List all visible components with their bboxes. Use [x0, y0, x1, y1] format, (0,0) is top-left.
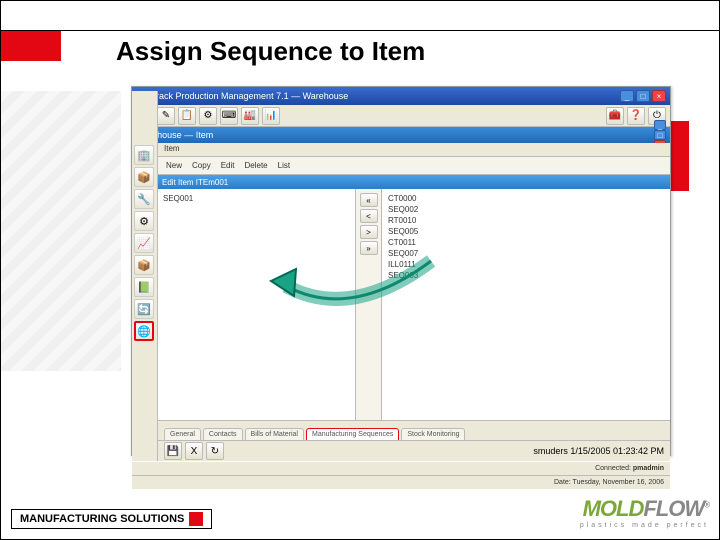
move-right-button[interactable]: >	[360, 225, 378, 239]
transfer-buttons: « < > »	[356, 189, 382, 420]
list-button[interactable]: List	[278, 161, 290, 170]
slide-title: Assign Sequence to Item	[116, 36, 425, 67]
tab-bom[interactable]: Bills of Material	[245, 428, 304, 440]
sidebar-module-icon[interactable]: 🏢	[134, 145, 154, 165]
toolbar-button[interactable]: ❓	[627, 107, 645, 125]
list-item[interactable]: SEQ002	[386, 204, 666, 215]
list-item[interactable]: CT0011	[386, 237, 666, 248]
application-window: Fasttrack Production Management 7.1 — Wa…	[131, 86, 671, 456]
tab-general[interactable]: General	[164, 428, 201, 440]
list-item[interactable]: ILL0111	[386, 259, 666, 270]
tab-contacts[interactable]: Contacts	[203, 428, 243, 440]
tab-manufacturing-sequences[interactable]: Manufacturing Sequences	[306, 428, 399, 440]
delete-button[interactable]: Delete	[245, 161, 268, 170]
close-icon[interactable]: ×	[652, 90, 666, 102]
accent-block-right	[669, 121, 689, 191]
toolbar-button[interactable]: ⚙	[199, 107, 217, 125]
toolbar-button[interactable]: 🧰	[606, 107, 624, 125]
sidebar-module-icon[interactable]: 📗	[134, 277, 154, 297]
sidebar-module-icon[interactable]: 🔄	[134, 299, 154, 319]
record-action-bar: New Copy Edit Delete List	[158, 157, 670, 175]
toolbar-button[interactable]: ⌨	[220, 107, 238, 125]
list-item[interactable]: RT0010	[386, 215, 666, 226]
background-decoration	[1, 91, 121, 371]
minimize-icon[interactable]: _	[620, 90, 634, 102]
move-top-button[interactable]: «	[360, 193, 378, 207]
copy-button[interactable]: Copy	[192, 161, 211, 170]
breadcrumb: Item	[158, 143, 670, 157]
status-bar-date: Date: Tuesday, November 16, 2006	[132, 475, 670, 489]
form-footer-buttons: 💾 X ↻ smuders 1/15/2005 01:23:42 PM	[158, 441, 670, 461]
sidebar-module-icon[interactable]: ⚙	[134, 211, 154, 231]
toolbar-button[interactable]: ✎	[157, 107, 175, 125]
child-titlebar[interactable]: Warehouse — Item _ □ ×	[132, 127, 670, 143]
available-sequences-list[interactable]: CT0000 SEQ002 RT0010 SEQ005 CT0011 SEQ00…	[382, 189, 670, 420]
detail-tabs: General Contacts Bills of Material Manuf…	[158, 421, 670, 441]
list-item[interactable]: SEQ007	[386, 248, 666, 259]
list-item[interactable]: CT0000	[386, 193, 666, 204]
dual-list-workspace: SEQ001 « < > » CT0000 SEQ002 RT0010 SEQ0…	[158, 189, 670, 421]
move-bottom-button[interactable]: »	[360, 241, 378, 255]
edit-panel-title: Edit Item ITEm001	[158, 175, 670, 189]
window-title: Fasttrack Production Management 7.1 — Wa…	[136, 91, 348, 101]
assigned-sequences-list[interactable]: SEQ001	[158, 189, 356, 420]
tab-stock-monitoring[interactable]: Stock Monitoring	[401, 428, 465, 440]
sidebar-module-icon[interactable]: 📦	[134, 255, 154, 275]
module-sidebar: 🏢 📦 🔧 ⚙ 📈 📦 📗 🔄 🌐	[132, 91, 158, 461]
maximize-icon[interactable]: □	[654, 130, 666, 140]
footer-accent-icon	[189, 512, 203, 526]
main-titlebar[interactable]: Fasttrack Production Management 7.1 — Wa…	[132, 87, 670, 105]
maximize-icon[interactable]: □	[636, 90, 650, 102]
list-item[interactable]: SEQ003	[386, 270, 666, 281]
main-toolbar: ⌂ ✎ 📋 ⚙ ⌨ 🏭 📊 🧰 ❓ ⏻	[132, 105, 670, 127]
toolbar-button[interactable]: 🏭	[241, 107, 259, 125]
list-item[interactable]: SEQ001	[162, 193, 351, 204]
toolbar-button[interactable]: 📋	[178, 107, 196, 125]
sidebar-module-icon-selected[interactable]: 🌐	[134, 321, 154, 341]
edit-button[interactable]: Edit	[221, 161, 235, 170]
new-button[interactable]: New	[166, 161, 182, 170]
status-bar-connected: Connected: pmadmin	[132, 461, 670, 475]
sidebar-module-icon[interactable]: 📦	[134, 167, 154, 187]
export-button[interactable]: X	[185, 442, 203, 460]
audit-user: smuders 1/15/2005 01:23:42 PM	[533, 446, 664, 456]
sidebar-module-icon[interactable]: 📈	[134, 233, 154, 253]
footer-label: MANUFACTURING SOLUTIONS	[11, 509, 212, 529]
accent-block-top	[1, 31, 61, 61]
move-left-button[interactable]: <	[360, 209, 378, 223]
moldflow-logo: MOLDFLOW® plastics made perfect	[580, 496, 709, 529]
minimize-icon[interactable]: _	[654, 120, 666, 130]
refresh-button[interactable]: ↻	[206, 442, 224, 460]
list-item[interactable]: SEQ005	[386, 226, 666, 237]
sidebar-module-icon[interactable]: 🔧	[134, 189, 154, 209]
save-button[interactable]: 💾	[164, 442, 182, 460]
toolbar-button[interactable]: 📊	[262, 107, 280, 125]
